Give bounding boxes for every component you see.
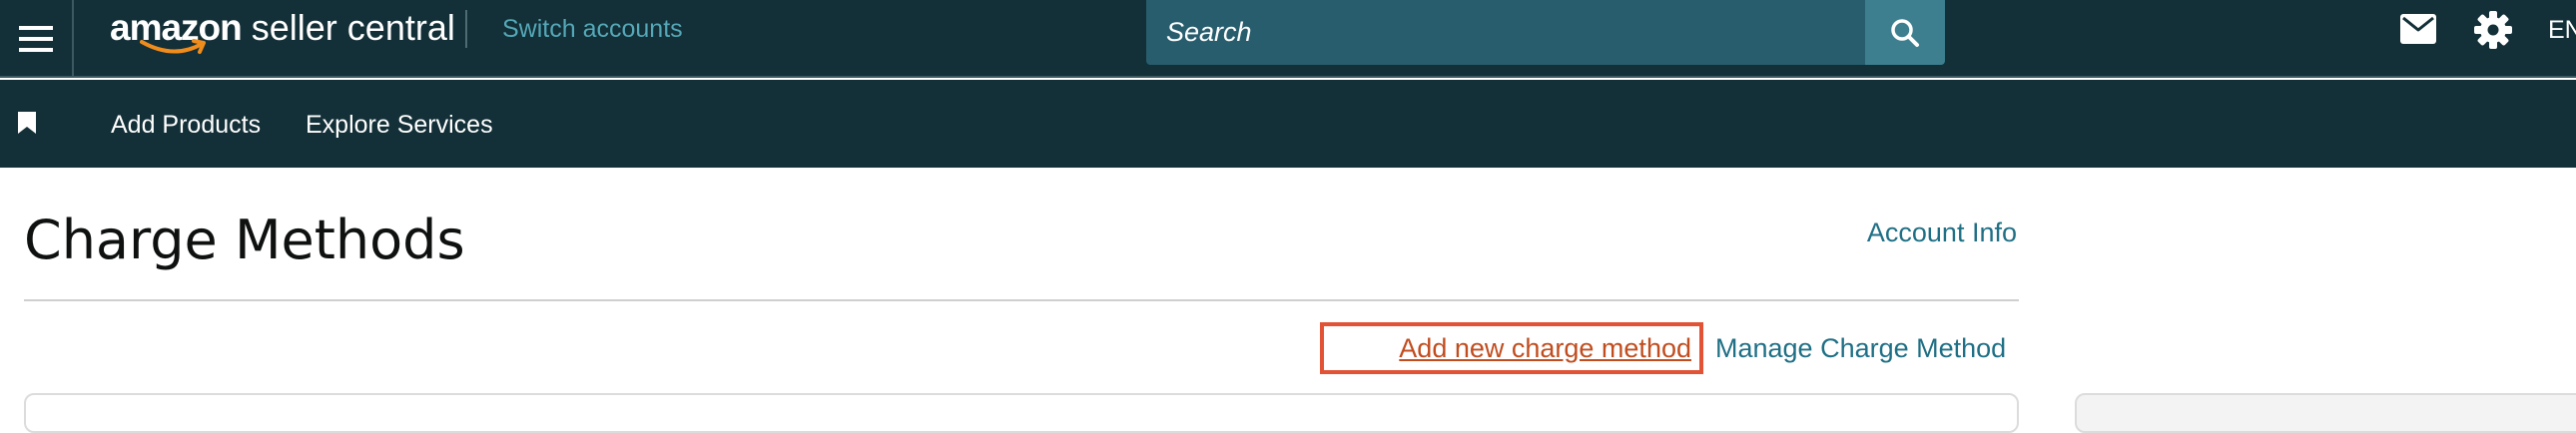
nav-bar: Add Products Explore Services <box>0 80 2576 168</box>
top-bar: amazon seller central Switch accounts EN <box>0 0 2576 78</box>
bookmark-icon[interactable] <box>18 112 36 134</box>
account-info-link[interactable]: Account Info <box>1867 216 2017 248</box>
side-panel <box>2075 393 2576 433</box>
charge-methods-panel <box>24 393 2019 433</box>
mail-icon[interactable] <box>2400 14 2436 44</box>
search-icon <box>1891 18 1919 47</box>
gear-icon[interactable] <box>2474 11 2512 49</box>
header-divider <box>465 10 467 48</box>
amazon-seller-central-logo[interactable]: amazon seller central <box>110 4 455 64</box>
manage-charge-method-link[interactable]: Manage Charge Method <box>1715 332 2006 364</box>
switch-accounts-link[interactable]: Switch accounts <box>502 14 683 44</box>
menu-icon <box>19 26 53 52</box>
page-title: Charge Methods <box>24 209 465 271</box>
search-input[interactable] <box>1146 0 1865 65</box>
add-new-charge-method-link[interactable]: Add new charge method <box>1320 322 1703 374</box>
title-divider <box>24 299 2019 301</box>
menu-button[interactable] <box>0 0 74 78</box>
nav-item-explore-services[interactable]: Explore Services <box>306 110 493 140</box>
language-selector[interactable]: EN <box>2548 14 2576 46</box>
amazon-smile-icon <box>140 39 206 54</box>
logo-product: seller central <box>251 7 455 48</box>
nav-item-add-products[interactable]: Add Products <box>111 110 261 140</box>
search-button[interactable] <box>1865 0 1945 65</box>
search-box <box>1146 0 1865 65</box>
